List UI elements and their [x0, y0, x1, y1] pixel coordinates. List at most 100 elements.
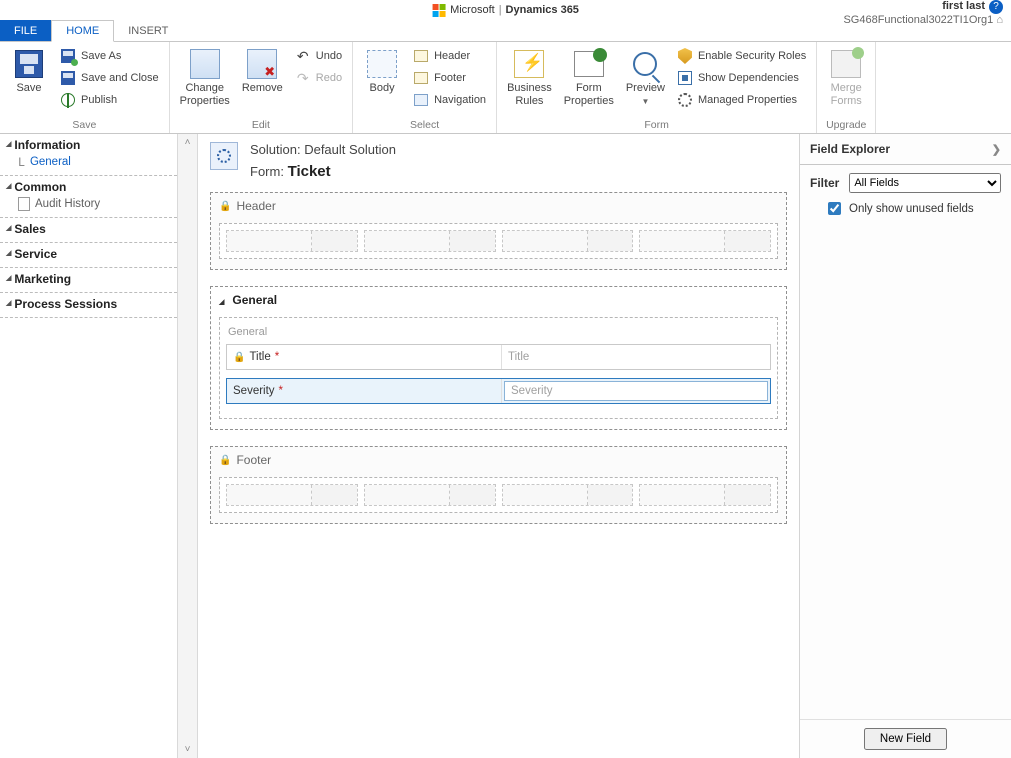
field-title[interactable]: 🔒Title * Title [226, 344, 771, 370]
user-name: first last [942, 0, 985, 12]
section-header[interactable]: 🔒Header [210, 192, 787, 270]
solution-line: Solution: Default Solution [250, 142, 396, 157]
save-button[interactable]: Save [6, 46, 52, 97]
brand-company: Microsoft [450, 4, 495, 16]
group-edit-label: Edit [176, 118, 346, 133]
document-icon [18, 197, 30, 211]
filter-label: Filter [810, 176, 839, 190]
filter-select[interactable]: All Fields [849, 173, 1001, 193]
navigation-icon [414, 94, 428, 106]
section-footer[interactable]: 🔒Footer [210, 446, 787, 524]
ribbon: Save Save As Save and Close Publish Save… [0, 42, 1011, 134]
header-slot[interactable] [364, 230, 496, 252]
scroll-down-icon[interactable]: ˅ [185, 741, 191, 758]
nav-process-sessions[interactable]: Process Sessions [6, 297, 171, 311]
brand-product: Dynamics 365 [506, 4, 579, 16]
unused-label: Only show unused fields [849, 203, 974, 215]
change-properties-button[interactable]: ChangeProperties [176, 46, 234, 110]
undo-button[interactable]: ↶Undo [291, 46, 346, 66]
header-slot[interactable] [226, 230, 358, 252]
group-upgrade-label: Upgrade [823, 118, 869, 133]
section-general[interactable]: General General 🔒Title * Title Severity … [210, 286, 787, 430]
enable-security-roles-button[interactable]: Enable Security Roles [673, 46, 810, 66]
form-properties-icon [574, 51, 604, 77]
footer-icon [414, 72, 428, 84]
field-title-placeholder: Title [502, 345, 770, 369]
navigation-button[interactable]: Navigation [409, 90, 490, 110]
publish-button[interactable]: Publish [56, 90, 163, 110]
change-properties-icon [190, 49, 220, 79]
header-slot[interactable] [502, 230, 634, 252]
form-properties-button[interactable]: FormProperties [560, 46, 618, 110]
merge-forms-icon [831, 50, 861, 78]
explorer-title: Field Explorer [810, 142, 890, 156]
nav-information[interactable]: Information [6, 138, 171, 152]
form-line: Form: Ticket [250, 163, 396, 180]
merge-forms-button[interactable]: MergeForms [823, 46, 869, 110]
preview-icon [633, 52, 657, 76]
header-slot[interactable] [639, 230, 771, 252]
preview-button[interactable]: Preview▼ [622, 46, 669, 110]
group-form-label: Form [503, 118, 810, 133]
nav-audit-history[interactable]: Audit History [6, 194, 171, 211]
lock-icon: 🔒 [233, 352, 245, 363]
nav-marketing[interactable]: Marketing [6, 272, 171, 286]
business-rules-button[interactable]: BusinessRules [503, 46, 556, 110]
nav-scrollbar[interactable]: ˄ ˅ [178, 134, 198, 758]
field-explorer: Field Explorer ❯ Filter All Fields Only … [799, 134, 1011, 758]
tab-file[interactable]: FILE [0, 20, 51, 41]
lock-icon: 🔒 [219, 201, 231, 212]
group-save-label: Save [6, 118, 163, 133]
scroll-up-icon[interactable]: ˄ [185, 134, 191, 151]
shield-icon [678, 48, 692, 64]
undo-icon: ↶ [295, 48, 311, 64]
org-name: SG468Functional3022TI1Org1 [843, 14, 993, 26]
gear-icon [678, 93, 692, 107]
tab-insert[interactable]: INSERT [114, 20, 182, 41]
footer-slot[interactable] [226, 484, 358, 506]
remove-button[interactable]: Remove [238, 46, 287, 97]
unused-checkbox[interactable] [828, 202, 841, 215]
chevron-right-icon[interactable]: ❯ [992, 143, 1001, 156]
redo-icon: ↷ [295, 70, 311, 86]
form-entity-icon [210, 142, 238, 170]
field-severity[interactable]: Severity * Severity [226, 378, 771, 404]
dependencies-icon [678, 71, 692, 85]
publish-icon [61, 93, 75, 107]
tab-home[interactable]: HOME [51, 20, 114, 42]
save-as-button[interactable]: Save As [56, 46, 163, 66]
remove-icon [247, 49, 277, 79]
body-button[interactable]: Body [359, 46, 405, 97]
redo-button[interactable]: ↷Redo [291, 68, 346, 88]
footer-slot[interactable] [639, 484, 771, 506]
form-canvas: Solution: Default Solution Form: Ticket … [198, 134, 799, 758]
chevron-down-icon: ▼ [641, 97, 649, 106]
save-as-icon [61, 49, 75, 63]
save-close-button[interactable]: Save and Close [56, 68, 163, 88]
nav-sales[interactable]: Sales [6, 222, 171, 236]
brand-bar: Microsoft | Dynamics 365 first last? SG4… [0, 0, 1011, 20]
home-icon[interactable]: ⌂ [996, 14, 1003, 26]
save-close-icon [61, 71, 75, 85]
footer-button[interactable]: Footer [409, 68, 490, 88]
nav-service[interactable]: Service [6, 247, 171, 261]
show-dependencies-button[interactable]: Show Dependencies [673, 68, 810, 88]
lock-icon: 🔒 [219, 455, 231, 466]
body-icon [367, 50, 397, 78]
field-severity-placeholder: Severity [504, 381, 768, 401]
footer-slot[interactable] [364, 484, 496, 506]
managed-properties-button[interactable]: Managed Properties [673, 90, 810, 110]
business-rules-icon [514, 50, 544, 78]
header-icon [414, 50, 428, 62]
left-nav: Information LGeneral Common Audit Histor… [0, 134, 178, 758]
header-button[interactable]: Header [409, 46, 490, 66]
subsection-label: General [226, 324, 771, 344]
nav-common[interactable]: Common [6, 180, 171, 194]
save-icon [15, 50, 43, 78]
new-field-button[interactable]: New Field [864, 728, 947, 750]
microsoft-logo-icon [432, 3, 446, 17]
group-select-label: Select [359, 118, 490, 133]
nav-general[interactable]: LGeneral [6, 152, 171, 169]
footer-slot[interactable] [502, 484, 634, 506]
help-icon[interactable]: ? [989, 0, 1003, 14]
